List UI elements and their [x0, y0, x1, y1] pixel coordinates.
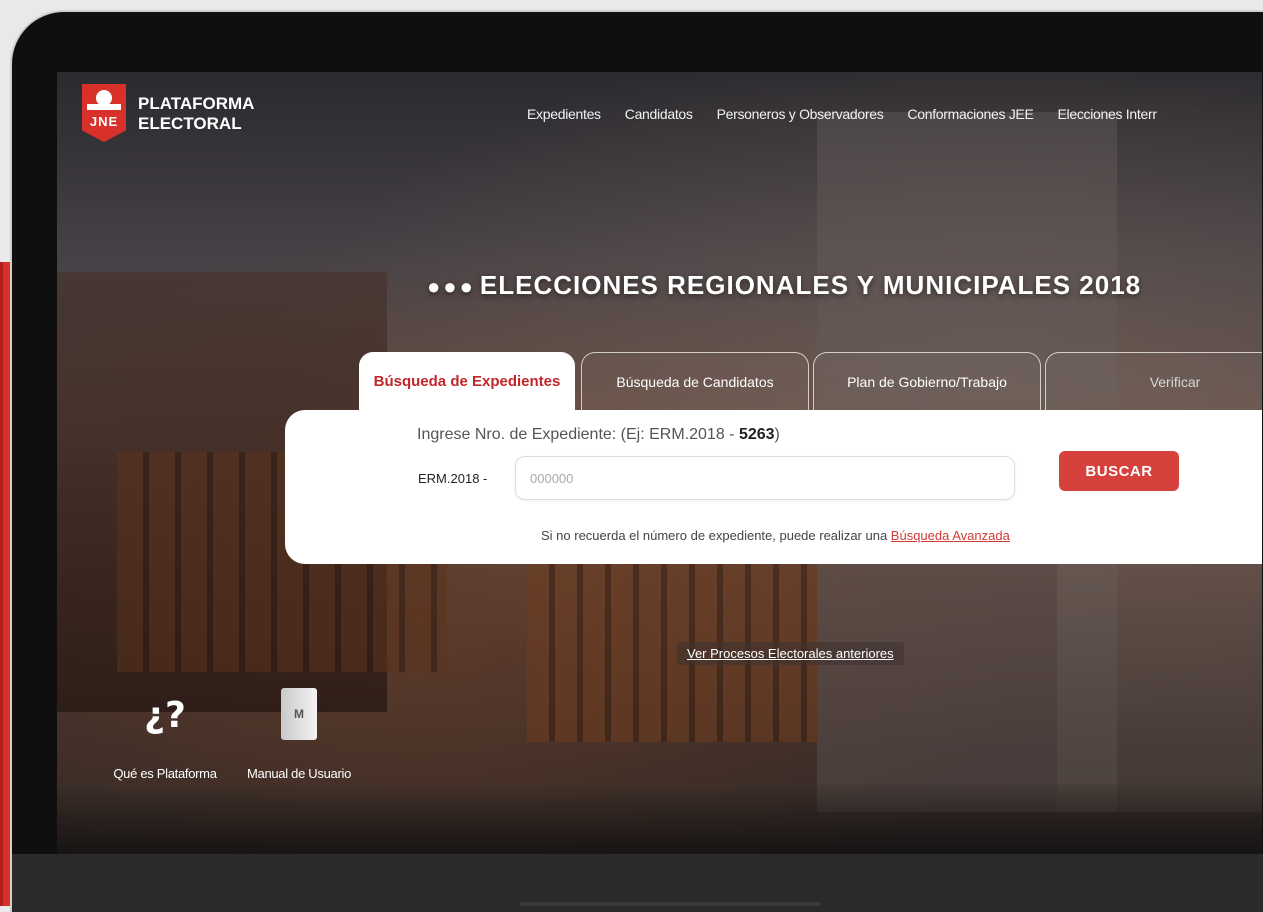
side-accent-edge	[0, 262, 3, 906]
brand-line-2: ELECTORAL	[138, 114, 242, 133]
advanced-search-link[interactable]: Búsqueda Avanzada	[891, 528, 1010, 543]
advanced-search-hint: Si no recuerda el número de expediente, …	[541, 528, 1010, 543]
nav-item-candidatos[interactable]: Candidatos	[625, 106, 693, 122]
hint-suffix: )	[774, 426, 780, 443]
previous-processes-link[interactable]: Ver Procesos Electorales anteriores	[677, 642, 904, 665]
laptop-frame: JNE PLATAFORMA ELECTORAL Expedientes Can…	[12, 12, 1263, 912]
manual-book-icon: M	[281, 688, 317, 740]
hint-example: 5263	[738, 426, 775, 443]
tab-verificar[interactable]: Verificar	[1045, 352, 1262, 410]
nav-item-elecciones-internas[interactable]: Elecciones Interr	[1058, 106, 1157, 122]
page-title: ●●● ELECCIONES REGIONALES Y MUNICIPALES 2…	[427, 270, 1141, 301]
que-es-plataforma-label: Qué es Plataforma	[113, 766, 217, 781]
brand-name: PLATAFORMA ELECTORAL	[138, 94, 254, 134]
nav-item-personeros[interactable]: Personeros y Observadores	[717, 106, 884, 122]
expediente-input[interactable]	[515, 456, 1015, 500]
nav-item-expedientes[interactable]: Expedientes	[527, 106, 601, 122]
title-dots: ●●●	[427, 274, 476, 299]
remember-text: Si no recuerda el número de expediente, …	[541, 528, 891, 543]
manual-usuario-label: Manual de Usuario	[246, 766, 352, 781]
question-icon: ¿?	[144, 695, 186, 736]
laptop-hinge	[520, 902, 820, 906]
search-panel: Ingrese Nro. de Expediente: (Ej: ERM.201…	[285, 410, 1262, 564]
jne-shield-icon: JNE	[82, 84, 126, 142]
tab-busqueda-expedientes[interactable]: Búsqueda de Expedientes	[359, 352, 575, 410]
manual-usuario-link[interactable]: M Manual de Usuario	[229, 688, 369, 781]
title-text: ELECCIONES REGIONALES Y MUNICIPALES 2018	[479, 270, 1142, 300]
hint-prefix: Ingrese Nro. de Expediente: (Ej: ERM.201…	[417, 426, 739, 443]
que-es-plataforma-link[interactable]: ¿? Qué es Plataforma	[95, 688, 235, 781]
search-hint: Ingrese Nro. de Expediente: (Ej: ERM.201…	[417, 426, 780, 444]
buscar-button[interactable]: BUSCAR	[1059, 451, 1179, 491]
tab-busqueda-candidatos[interactable]: Búsqueda de Candidatos	[581, 352, 809, 410]
nav-item-conformaciones[interactable]: Conformaciones JEE	[907, 106, 1033, 122]
site-logo[interactable]: JNE PLATAFORMA ELECTORAL	[82, 84, 254, 142]
logo-text: JNE	[89, 114, 119, 129]
tab-plan-gobierno[interactable]: Plan de Gobierno/Trabajo	[813, 352, 1041, 410]
main-nav: Expedientes Candidatos Personeros y Obse…	[527, 106, 1181, 122]
hero-screen: JNE PLATAFORMA ELECTORAL Expedientes Can…	[57, 72, 1262, 854]
field-prefix: ERM.2018 -	[418, 471, 488, 486]
brand-line-1: PLATAFORMA	[138, 94, 255, 113]
manual-icon-letter: M	[294, 707, 304, 721]
background-street	[57, 784, 1262, 854]
